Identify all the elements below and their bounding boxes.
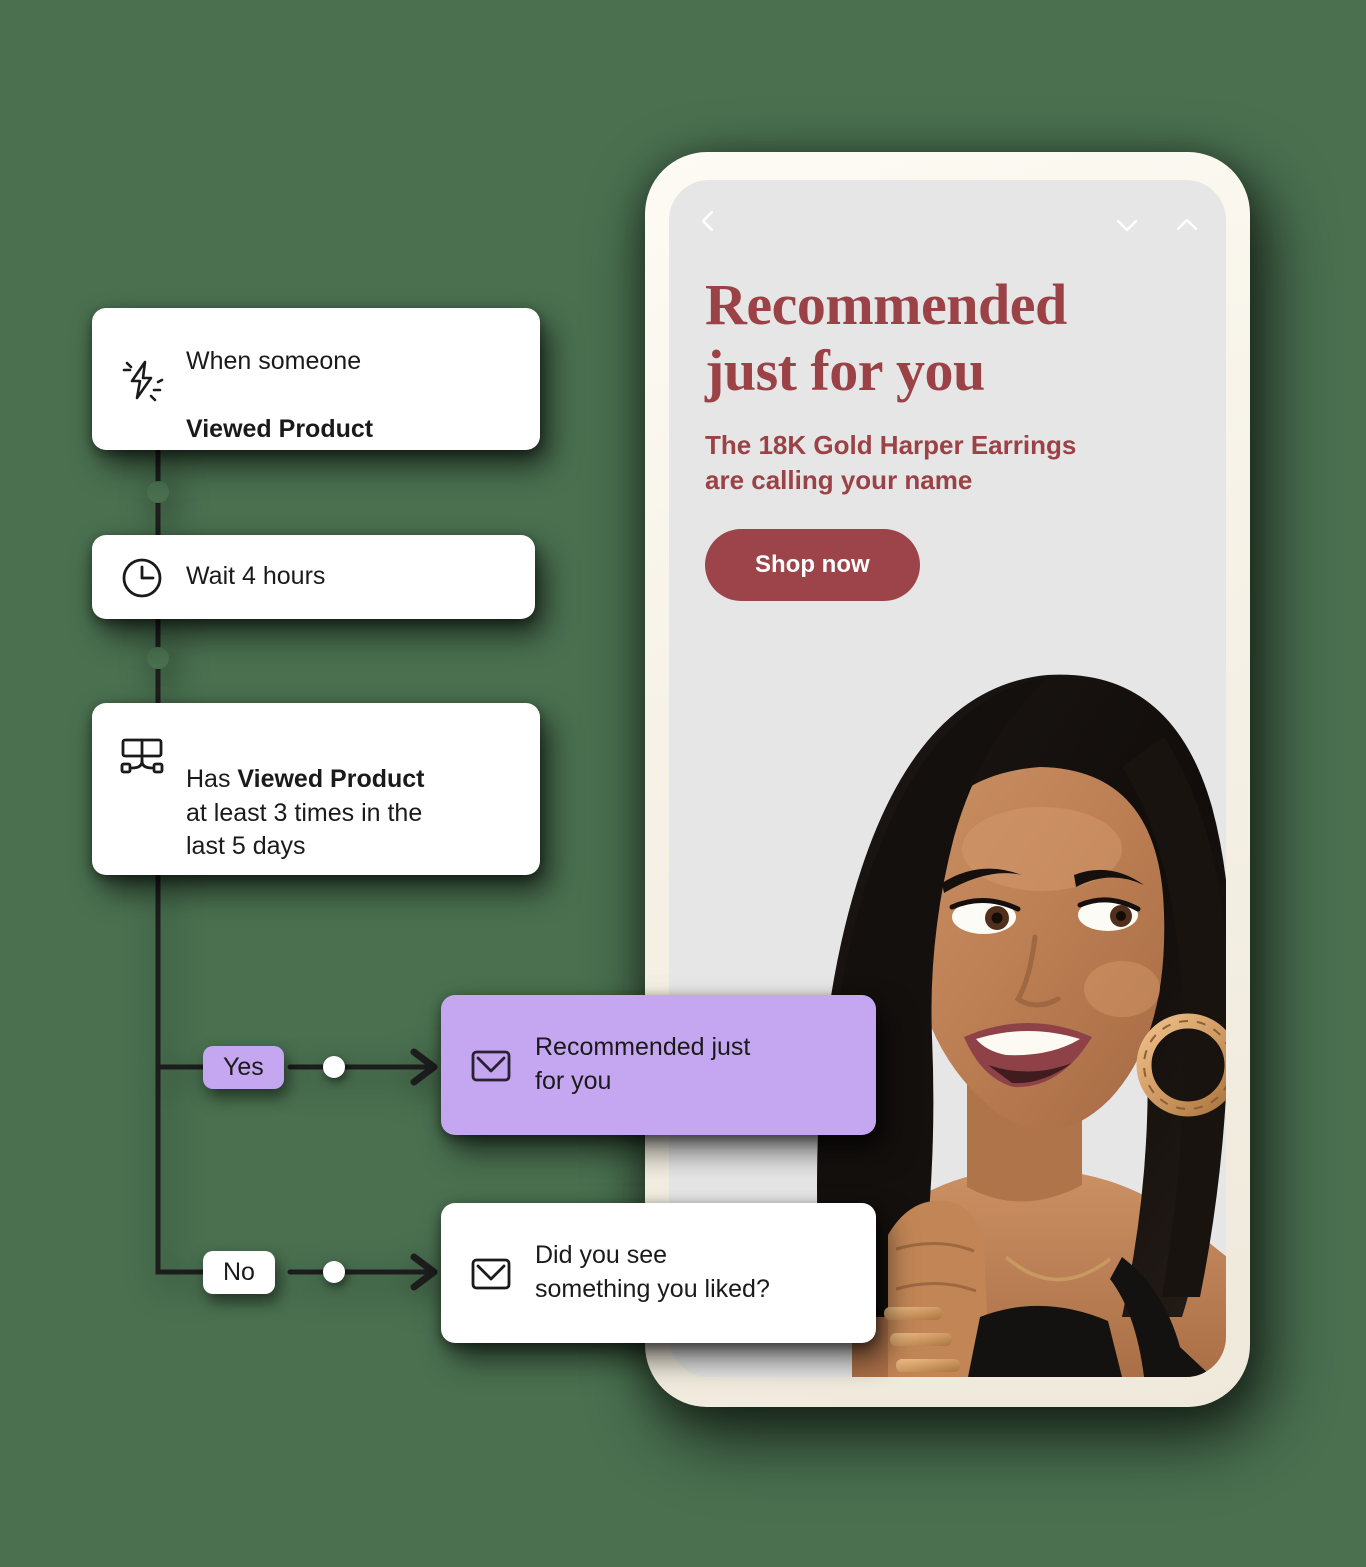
trigger-card-text: When someone Viewed Product <box>186 312 373 447</box>
email-no-label: Did you see something you liked? <box>535 1241 770 1303</box>
trigger-line-1: When someone <box>186 347 362 376</box>
automation-flow: When someone Viewed Product Wait 4 hours <box>0 0 900 1567</box>
flow-card-trigger[interactable]: When someone Viewed Product <box>92 308 540 450</box>
condition-card-text: Has Viewed Product at least 3 times in th… <box>186 729 425 864</box>
branch-badge-yes[interactable]: Yes <box>203 1046 284 1089</box>
condition-rest: at least 3 times in the last 5 days <box>186 798 423 861</box>
flow-card-wait[interactable]: Wait 4 hours <box>92 535 535 619</box>
connector-dot <box>147 647 169 669</box>
conditional-split-icon <box>118 731 166 779</box>
condition-strong: Viewed Product <box>237 764 425 793</box>
wait-card-label: Wait 4 hours <box>186 562 326 591</box>
flow-card-email-yes[interactable]: Recommended just for you <box>441 995 876 1135</box>
flow-card-email-no[interactable]: Did you see something you liked? <box>441 1203 876 1343</box>
email-yes-label: Recommended just for you <box>535 1033 751 1095</box>
envelope-icon <box>467 1250 515 1298</box>
lightning-bolt-icon <box>118 356 166 404</box>
branch-node-dot-yes[interactable] <box>323 1056 345 1078</box>
envelope-icon <box>467 1042 515 1090</box>
branch-node-dot-no[interactable] <box>323 1261 345 1283</box>
branch-badge-no[interactable]: No <box>203 1251 275 1294</box>
clock-icon <box>118 554 166 602</box>
chevron-up-icon[interactable] <box>1172 210 1202 240</box>
chevron-down-icon[interactable] <box>1112 210 1142 240</box>
trigger-line-2: Viewed Product <box>186 414 374 443</box>
condition-prefix: Has <box>186 764 238 793</box>
connector-dot <box>147 481 169 503</box>
flow-card-condition[interactable]: Has Viewed Product at least 3 times in th… <box>92 703 540 875</box>
scene: Recommended just for you The 18K Gold Ha… <box>0 0 1366 1567</box>
